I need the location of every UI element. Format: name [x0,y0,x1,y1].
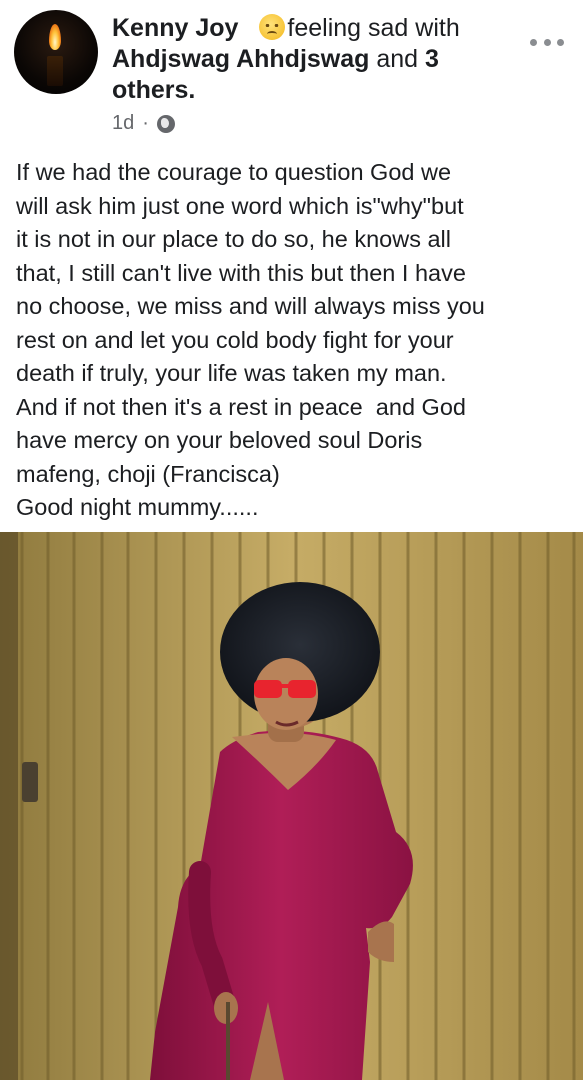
dot-icon [530,38,537,46]
and-text: and [376,45,419,73]
post-headline: Kenny Joy feeling sad with Ahdjswag Ahhd… [112,13,512,106]
sad-face-emoji-icon [259,14,286,40]
author-name[interactable]: Kenny Joy [112,14,238,42]
facebook-post: Kenny Joy feeling sad with Ahdjswag Ahhd… [0,0,583,1080]
candle-image [47,56,63,86]
meta-separator: · [142,112,149,134]
dot-icon [543,38,551,46]
others-count[interactable]: 3 [425,45,439,73]
dot-icon [557,38,564,46]
more-options-button[interactable] [530,30,564,54]
post-body-text: If we had the courage to question God we… [16,159,485,520]
author-avatar[interactable] [14,10,98,94]
photo-illustration [0,532,583,1080]
post-photo[interactable] [0,532,583,1080]
feeling-text: feeling sad with [287,14,460,42]
globe-icon[interactable] [156,114,175,133]
post-timestamp[interactable]: 1d [112,112,134,135]
post-header: Kenny Joy feeling sad with Ahdjswag Ahhd… [0,0,583,150]
tagged-person-name[interactable]: Ahdjswag Ahhdjswag [112,45,369,73]
candle-flame-image [49,24,61,50]
others-label[interactable]: others. [112,76,195,104]
post-meta: 1d · [112,112,175,135]
